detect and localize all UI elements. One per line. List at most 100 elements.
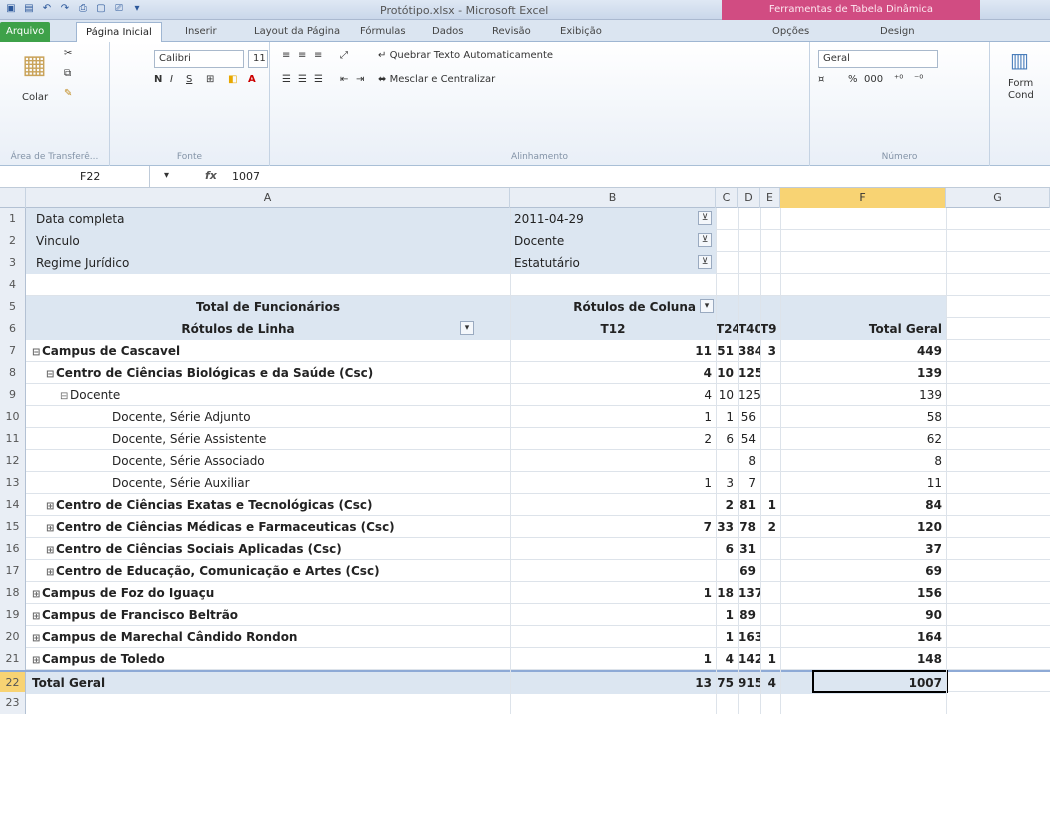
pivot-row-label[interactable]: ⊞ Centro de Educação, Comunicação e Artes… bbox=[26, 560, 510, 582]
pivot-value-cell[interactable]: 62 bbox=[780, 428, 946, 450]
pivot-row-label[interactable]: ⊞ Centro de Ciências Sociais Aplicadas (C… bbox=[26, 538, 510, 560]
conditional-format-icon[interactable]: ▥ bbox=[1010, 48, 1029, 72]
pivot-value-cell[interactable]: 2 bbox=[760, 516, 780, 538]
pivot-value-cell[interactable]: 69 bbox=[738, 560, 760, 582]
borders-icon[interactable]: ⊞ bbox=[206, 74, 214, 85]
pivot-value-cell[interactable] bbox=[760, 450, 780, 472]
pivot-value-cell[interactable]: 384 bbox=[738, 340, 760, 362]
row-header[interactable]: 17 bbox=[0, 560, 26, 582]
pivot-row-label[interactable]: Docente, Série Adjunto bbox=[26, 406, 510, 428]
pivot-value-cell[interactable]: 8 bbox=[780, 450, 946, 472]
customize-toolbar-icon[interactable]: ▾ bbox=[130, 2, 144, 16]
pivot-value-cell[interactable] bbox=[760, 560, 780, 582]
row-header[interactable]: 21 bbox=[0, 648, 26, 670]
name-box[interactable]: F22 bbox=[0, 166, 150, 188]
filter-dropdown-icon[interactable]: ⊻ bbox=[698, 211, 712, 225]
pivot-value-cell[interactable] bbox=[760, 428, 780, 450]
tab-home[interactable]: Página Inicial bbox=[76, 22, 162, 42]
column-header-e[interactable]: E bbox=[760, 188, 780, 208]
pivot-value-cell[interactable]: 51 bbox=[716, 340, 738, 362]
expand-icon[interactable]: ⊞ bbox=[32, 628, 42, 648]
pivot-value-cell[interactable]: 18 bbox=[716, 582, 738, 604]
tab-formulas[interactable]: Fórmulas bbox=[360, 22, 406, 42]
undo-icon[interactable]: ↶ bbox=[40, 2, 54, 16]
row-header[interactable]: 4 bbox=[0, 274, 26, 296]
total-value-cell[interactable]: 915 bbox=[738, 672, 760, 694]
row-header[interactable]: 3 bbox=[0, 252, 26, 274]
tab-review[interactable]: Revisão bbox=[492, 22, 531, 42]
tab-file[interactable]: Arquivo bbox=[0, 22, 51, 42]
row-header[interactable]: 20 bbox=[0, 626, 26, 648]
filter-dropdown-icon[interactable]: ⊻ bbox=[698, 255, 712, 269]
collapse-icon[interactable]: ⊟ bbox=[60, 386, 70, 406]
pivot-value-cell[interactable]: 10 bbox=[716, 384, 738, 406]
currency-icon[interactable]: ¤ bbox=[818, 74, 824, 85]
pivot-value-cell[interactable] bbox=[760, 384, 780, 406]
pivot-row-label[interactable]: Docente, Série Associado bbox=[26, 450, 510, 472]
pivot-value-cell[interactable]: 11 bbox=[510, 340, 716, 362]
pivot-value-cell[interactable] bbox=[510, 450, 716, 472]
collapse-icon[interactable]: ⊟ bbox=[32, 342, 42, 362]
indent-increase-icon[interactable]: ⇥ bbox=[356, 74, 364, 85]
pivot-value-cell[interactable] bbox=[510, 538, 716, 560]
pivot-row-label[interactable]: Docente, Série Auxiliar bbox=[26, 472, 510, 494]
pivot-value-cell[interactable]: 1 bbox=[510, 582, 716, 604]
name-box-dropdown-icon[interactable]: ▾ bbox=[164, 170, 169, 181]
pivot-value-cell[interactable]: 1 bbox=[716, 406, 738, 428]
row-header[interactable]: 7 bbox=[0, 340, 26, 362]
pivot-value-cell[interactable]: 163 bbox=[738, 626, 760, 648]
pivot-value-cell[interactable]: 1 bbox=[716, 604, 738, 626]
pivot-row-label[interactable]: ⊞ Campus de Toledo bbox=[26, 648, 510, 670]
pivot-value-cell[interactable]: 1 bbox=[510, 406, 716, 428]
pivot-value-cell[interactable]: 3 bbox=[760, 340, 780, 362]
pivot-row-label[interactable]: ⊞ Centro de Ciências Exatas e Tecnológica… bbox=[26, 494, 510, 516]
column-labels-dropdown-icon[interactable]: ▾ bbox=[700, 299, 714, 313]
pivot-row-label[interactable]: ⊞ Campus de Francisco Beltrão bbox=[26, 604, 510, 626]
pivot-value-cell[interactable] bbox=[760, 582, 780, 604]
pivot-row-label[interactable]: ⊟ Campus de Cascavel bbox=[26, 340, 510, 362]
row-header[interactable]: 13 bbox=[0, 472, 26, 494]
pivot-value-cell[interactable]: 4 bbox=[510, 384, 716, 406]
tab-design[interactable]: Design bbox=[880, 22, 915, 42]
pivot-value-cell[interactable]: 84 bbox=[780, 494, 946, 516]
collapse-icon[interactable]: ⊟ bbox=[46, 364, 56, 384]
pivot-value-cell[interactable]: 54 bbox=[738, 428, 760, 450]
column-header-d[interactable]: D bbox=[738, 188, 760, 208]
tab-data[interactable]: Dados bbox=[432, 22, 464, 42]
pivot-value-cell[interactable]: 125 bbox=[738, 362, 760, 384]
pivot-value-cell[interactable]: 31 bbox=[738, 538, 760, 560]
percent-button[interactable]: % bbox=[848, 74, 858, 85]
tab-view[interactable]: Exibição bbox=[560, 22, 602, 42]
column-header-b[interactable]: B bbox=[510, 188, 716, 208]
pivot-value-cell[interactable]: 7 bbox=[510, 516, 716, 538]
pivot-value-cell[interactable] bbox=[510, 494, 716, 516]
format-painter-icon[interactable]: ✎ bbox=[64, 88, 72, 99]
font-color-icon[interactable]: A bbox=[248, 74, 256, 85]
conditional-format-label-2[interactable]: Cond bbox=[1008, 90, 1034, 101]
pivot-value-cell[interactable]: 78 bbox=[738, 516, 760, 538]
cut-icon[interactable]: ✂ bbox=[64, 48, 72, 59]
pivot-value-cell[interactable] bbox=[760, 626, 780, 648]
tab-insert[interactable]: Inserir bbox=[185, 22, 217, 42]
pivot-value-cell[interactable] bbox=[510, 604, 716, 626]
row-header[interactable]: 2 bbox=[0, 230, 26, 252]
expand-icon[interactable]: ⊞ bbox=[46, 562, 56, 582]
pivot-value-cell[interactable]: 33 bbox=[716, 516, 738, 538]
italic-button[interactable]: I bbox=[170, 74, 173, 85]
pivot-value-cell[interactable]: 56 bbox=[738, 406, 760, 428]
row-labels-dropdown-icon[interactable]: ▾ bbox=[460, 321, 474, 335]
pivot-value-cell[interactable]: 2 bbox=[510, 428, 716, 450]
align-center-icon[interactable]: ☰ bbox=[298, 74, 307, 85]
expand-icon[interactable]: ⊞ bbox=[46, 496, 56, 516]
pivot-value-cell[interactable]: 4 bbox=[716, 648, 738, 670]
column-header-g[interactable]: G bbox=[946, 188, 1050, 208]
print-icon[interactable]: ⎚ bbox=[112, 2, 126, 16]
pivot-value-cell[interactable] bbox=[760, 406, 780, 428]
pivot-value-cell[interactable]: 37 bbox=[780, 538, 946, 560]
font-size-select[interactable]: 11 bbox=[248, 50, 268, 68]
pivot-value-cell[interactable]: 125 bbox=[738, 384, 760, 406]
pivot-value-cell[interactable]: 6 bbox=[716, 538, 738, 560]
pivot-value-cell[interactable]: 58 bbox=[780, 406, 946, 428]
expand-icon[interactable]: ⊞ bbox=[32, 650, 42, 670]
paste-icon[interactable]: ▦ bbox=[22, 50, 47, 80]
